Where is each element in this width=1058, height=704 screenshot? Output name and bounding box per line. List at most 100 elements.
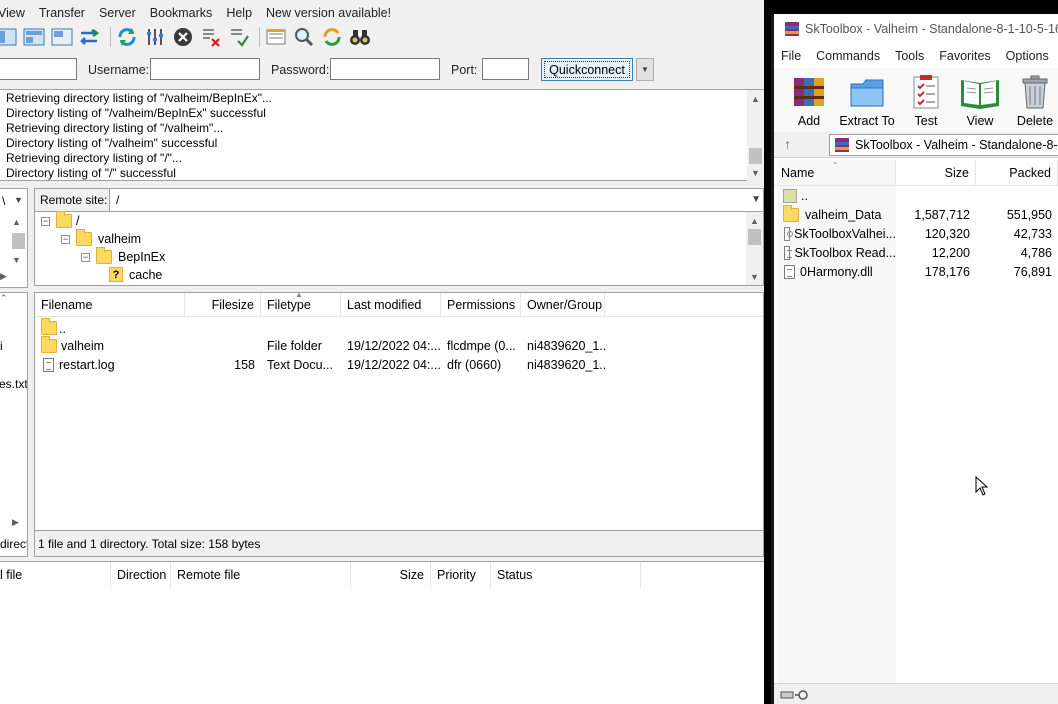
table-row[interactable]: .. — [774, 186, 1058, 205]
table-row[interactable]: SkToolbox Read... 12,200 4,786 — [774, 243, 1058, 262]
archive-item-size: 178,176 — [924, 264, 970, 279]
column-owner-group[interactable]: Owner/Group — [521, 293, 605, 317]
menu-tools[interactable]: Tools — [895, 49, 924, 63]
transfer-arrows-icon[interactable] — [78, 25, 102, 49]
menu-server[interactable]: Server — [93, 6, 144, 20]
column-direction[interactable]: Direction — [111, 562, 171, 588]
column-filesize[interactable]: Filesize — [185, 293, 261, 317]
search-icon[interactable] — [292, 25, 316, 49]
column-filename[interactable]: Filename — [35, 293, 185, 317]
collapse-icon[interactable]: − — [61, 234, 70, 244]
up-one-level-icon[interactable]: ↑ — [784, 136, 791, 152]
tree-node-valheim[interactable]: − valheim — [61, 229, 141, 246]
menu-commands[interactable]: Commands — [816, 49, 880, 63]
username-input[interactable] — [150, 58, 260, 80]
menu-transfer[interactable]: Transfer — [33, 6, 93, 20]
winrar-title-bar[interactable]: SkToolbox - Valheim - Standalone-8-1-10-… — [774, 14, 1058, 44]
menu-favorites[interactable]: Favorites — [939, 49, 990, 63]
table-row[interactable]: SkToolboxValhei... 120,320 42,733 — [774, 224, 1058, 243]
add-button[interactable]: Add — [774, 68, 844, 132]
extract-to-button[interactable]: Extract To — [838, 68, 896, 132]
compare-binoculars-icon[interactable] — [348, 25, 372, 49]
column-name-label: Name — [781, 166, 815, 180]
sync-browsing-icon[interactable] — [320, 25, 344, 49]
scroll-right-icon[interactable]: ▶ — [0, 271, 7, 282]
directory-listing-filter-icon[interactable] — [264, 25, 288, 49]
menu-view[interactable]: View — [0, 6, 33, 20]
menu-file[interactable]: File — [781, 49, 801, 63]
transfer-queue[interactable]: l file Direction Remote file Size Priori… — [0, 561, 764, 704]
scroll-up-icon[interactable]: ▲ — [746, 212, 763, 229]
column-packed[interactable]: Packed — [976, 160, 1058, 186]
quickconnect-button[interactable]: Quickconnect — [541, 58, 633, 81]
column-priority[interactable]: Priority — [431, 562, 491, 588]
tree-node-cache[interactable]: ? cache — [109, 267, 162, 282]
port-input[interactable] — [482, 58, 529, 80]
collapse-icon[interactable]: − — [41, 216, 50, 226]
message-log[interactable]: Retrieving directory listing of "/valhei… — [0, 89, 764, 181]
column-remote-file[interactable]: Remote file — [171, 562, 351, 588]
table-row[interactable]: 0Harmony.dll 178,176 76,891 — [774, 262, 1058, 281]
table-row[interactable]: .. — [35, 317, 763, 336]
cancel-operation-icon[interactable] — [171, 25, 195, 49]
folder-icon — [56, 211, 72, 228]
toggle-remote-tree-icon[interactable] — [22, 25, 46, 49]
local-filelist-fragment: ⌃ i es.txt ▶ direct — [0, 292, 28, 557]
quickconnect-history-dropdown[interactable]: ▼ — [636, 58, 654, 81]
table-row[interactable]: valheim_Data 1,587,712 551,950 — [774, 205, 1058, 224]
password-input[interactable] — [330, 58, 440, 80]
tree-node-bepinex[interactable]: − BepInEx — [81, 247, 165, 264]
delete-button[interactable]: Delete — [1004, 68, 1058, 132]
column-permissions[interactable]: Permissions — [441, 293, 521, 317]
column-local-file[interactable]: l file — [0, 562, 111, 588]
scroll-down-icon[interactable]: ▼ — [12, 255, 21, 265]
unknown-folder-icon: ? — [109, 267, 123, 282]
toggle-queue-icon[interactable] — [50, 25, 74, 49]
archive-file-list[interactable]: Name ⌄ Size Packed .. valheim_Data 1,587… — [774, 157, 1058, 683]
chevron-down-icon[interactable]: ▼ — [751, 194, 761, 205]
scroll-up-icon[interactable]: ▲ — [747, 90, 764, 107]
toggle-local-tree-icon[interactable] — [0, 25, 18, 49]
drive-key-icon[interactable] — [780, 689, 812, 701]
test-button[interactable]: Test — [896, 68, 956, 132]
column-last-modified[interactable]: Last modified — [341, 293, 441, 317]
scrollbar-thumb[interactable] — [749, 148, 762, 164]
menu-options[interactable]: Options — [1006, 49, 1049, 63]
column-name[interactable]: Name ⌄ — [774, 157, 896, 186]
remote-directory-tree[interactable]: − / − valheim − BepInEx ? cache ▲ ▼ — [34, 211, 764, 286]
scrollbar-thumb[interactable] — [748, 229, 761, 245]
process-queue-icon[interactable] — [143, 25, 167, 49]
chevron-down-icon[interactable]: ▼ — [14, 195, 23, 205]
reconnect-icon[interactable] — [227, 25, 251, 49]
local-status-fragment: direct — [0, 537, 28, 551]
menu-help[interactable]: Help — [220, 6, 260, 20]
menu-new-version[interactable]: New version available! — [260, 6, 399, 20]
scroll-down-icon[interactable]: ▼ — [746, 268, 763, 285]
refresh-icon[interactable] — [115, 25, 139, 49]
table-row[interactable]: restart.log 158 Text Docu... 19/12/2022 … — [35, 355, 763, 374]
host-input[interactable] — [0, 58, 77, 80]
column-size[interactable]: Size — [351, 562, 431, 588]
scroll-down-icon[interactable]: ▼ — [747, 164, 764, 181]
disconnect-icon[interactable] — [199, 25, 223, 49]
column-size[interactable]: Size — [896, 160, 976, 186]
menu-bookmarks[interactable]: Bookmarks — [144, 6, 221, 20]
column-status[interactable]: Status — [491, 562, 641, 588]
log-scrollbar[interactable]: ▲ ▼ — [747, 90, 764, 181]
column-filetype[interactable]: Filetype ▲ — [261, 290, 341, 317]
scroll-right-icon[interactable]: ▶ — [12, 517, 19, 528]
remote-file-list[interactable]: Filename Filesize Filetype ▲ Last modifi… — [34, 290, 764, 531]
file-list-header: Filename Filesize Filetype ▲ Last modifi… — [35, 290, 763, 317]
scrollbar-thumb[interactable] — [12, 233, 25, 249]
quickconnect-bar: Username: Password: Port: Quickconnect ▼ — [0, 56, 764, 84]
archive-path-field[interactable]: SkToolbox - Valheim - Standalone-8-1- — [829, 134, 1058, 156]
view-button[interactable]: View — [956, 68, 1004, 132]
tree-node-root[interactable]: − / — [41, 211, 79, 228]
tree-scrollbar[interactable]: ▲ ▼ — [746, 212, 763, 285]
scroll-up-icon[interactable]: ▲ — [12, 217, 21, 227]
collapse-icon[interactable]: − — [81, 252, 90, 262]
archive-item-name: .. — [801, 188, 808, 203]
table-row[interactable]: valheim File folder 19/12/2022 04:... fl… — [35, 336, 763, 355]
archive-item-packed: 76,891 — [1013, 264, 1052, 279]
remote-path-input[interactable]: / ▼ — [110, 188, 764, 212]
